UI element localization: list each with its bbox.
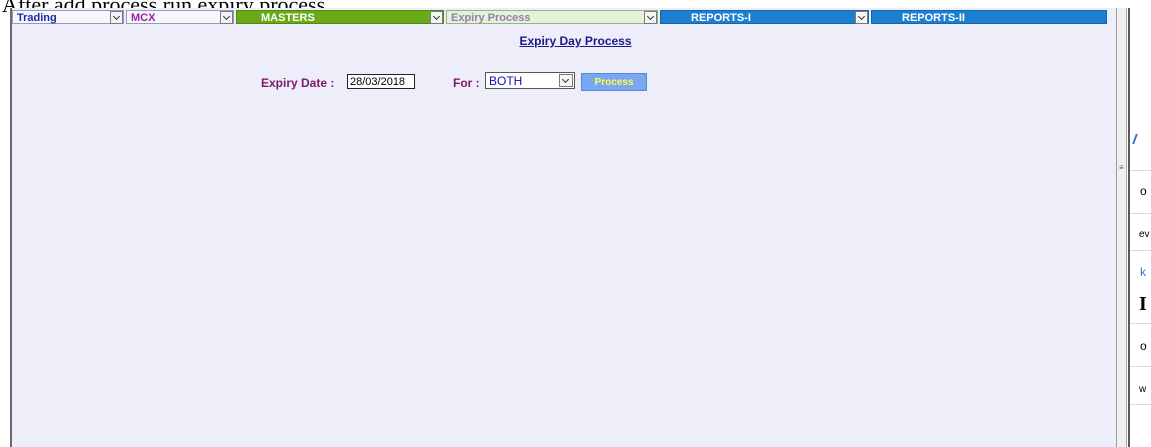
for-select[interactable]: BOTH <box>485 72 575 89</box>
vertical-scrollbar[interactable]: ≡ <box>1117 8 1127 447</box>
menu-reports-i-label: REPORTS-I <box>691 12 751 24</box>
menu-masters[interactable]: MASTERS <box>236 10 444 24</box>
chevron-down-icon[interactable] <box>220 11 233 24</box>
menu-mcx[interactable]: MCX <box>126 10 234 24</box>
menu-trading-label: Trading <box>17 12 57 24</box>
expiry-date-label: Expiry Date : <box>261 76 335 90</box>
process-button[interactable]: Process <box>581 73 647 91</box>
scroll-grip-icon[interactable]: ≡ <box>1119 164 1124 172</box>
for-select-value: BOTH <box>489 74 523 88</box>
fragment-text: I <box>1139 293 1147 315</box>
chevron-down-icon[interactable] <box>110 11 123 24</box>
menu-reports-ii-label: REPORTS-II <box>902 12 965 24</box>
divider <box>1130 250 1151 251</box>
chevron-down-icon[interactable] <box>644 11 657 24</box>
chevron-down-icon[interactable] <box>559 74 573 87</box>
menu-trading[interactable]: Trading <box>12 10 124 24</box>
chevron-down-icon[interactable] <box>855 11 868 24</box>
for-label: For : <box>453 76 480 90</box>
menu-masters-label: MASTERS <box>261 12 315 24</box>
divider <box>1130 170 1151 171</box>
check-mark-icon <box>1132 134 1144 144</box>
chevron-down-icon[interactable] <box>430 11 443 24</box>
menu-reports-i[interactable]: REPORTS-I <box>660 10 869 24</box>
adjacent-window-pane: o ev k I o w <box>1128 8 1151 447</box>
menu-expiry-process-label: Expiry Process <box>451 12 531 24</box>
fragment-text: k <box>1140 265 1146 279</box>
fragment-text: ev <box>1139 229 1150 240</box>
divider <box>1130 213 1151 214</box>
divider <box>1130 366 1151 367</box>
fragment-text: o <box>1140 339 1147 353</box>
fragment-text: o <box>1140 184 1147 198</box>
divider <box>1130 404 1151 405</box>
menu-reports-ii[interactable]: REPORTS-II <box>871 10 1107 24</box>
fragment-text: w <box>1139 384 1147 395</box>
page-title: Expiry Day Process <box>519 34 632 48</box>
divider <box>1130 323 1151 324</box>
menu-mcx-label: MCX <box>131 12 156 24</box>
expiry-date-input[interactable]: 28/03/2018 <box>347 74 415 89</box>
top-menu-bar: Trading MCX MASTERS Expiry Process REPOR… <box>12 10 1116 25</box>
menu-expiry-process[interactable]: Expiry Process <box>446 10 658 24</box>
